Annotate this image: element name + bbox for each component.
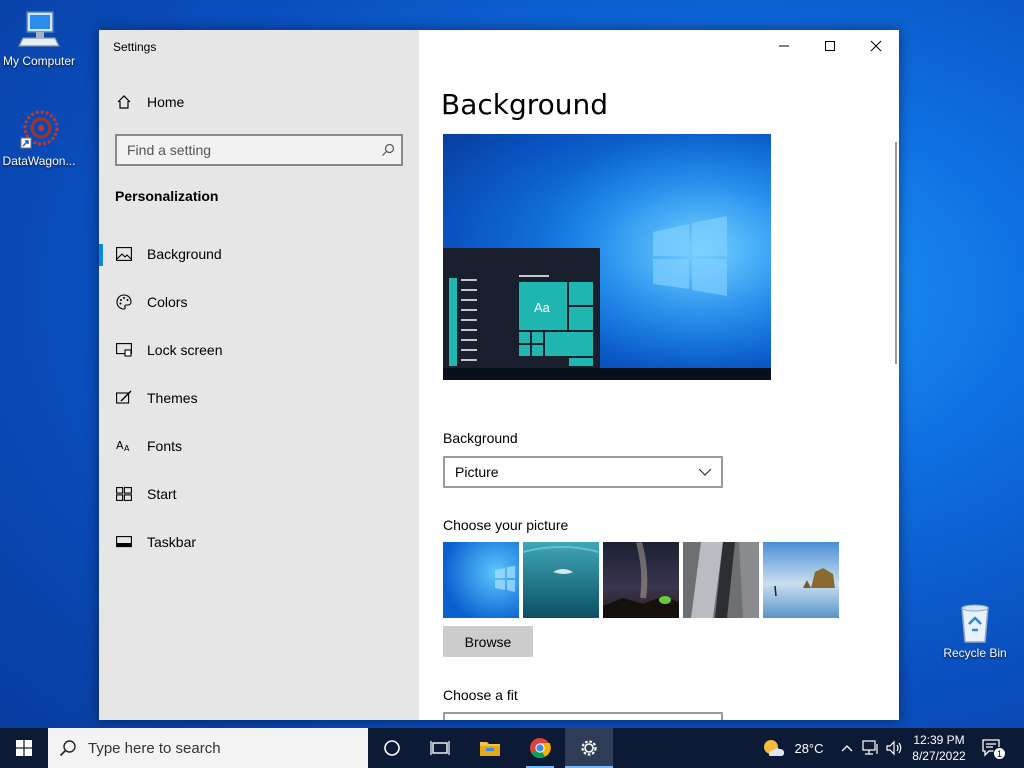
search-input[interactable] <box>117 136 375 164</box>
picture-thumbnail[interactable] <box>603 542 679 618</box>
home-icon <box>115 93 133 111</box>
sidebar-item-background[interactable]: Background <box>99 234 419 274</box>
svg-text:A: A <box>116 439 124 452</box>
datawagon-shortcut-icon <box>17 108 61 152</box>
start-icon <box>115 485 133 503</box>
taskbar: 28°C 12:39 PM 8/27/2022 1 <box>0 728 1024 768</box>
weather-icon[interactable] <box>760 738 786 758</box>
content-scrollbar[interactable] <box>895 142 897 364</box>
volume-icon[interactable] <box>884 738 906 758</box>
sidebar-item-label: Start <box>147 486 177 502</box>
search-icon <box>48 739 88 757</box>
desktop-icon-recycle-bin[interactable]: Recycle Bin <box>933 600 1017 660</box>
svg-text:A: A <box>124 444 130 453</box>
background-label: Background <box>443 430 518 446</box>
settings-window: Settings Home Personalization Background <box>99 30 899 720</box>
choose-picture-label: Choose your picture <box>443 517 569 533</box>
background-dropdown[interactable]: Picture <box>443 456 723 488</box>
chevron-up-icon[interactable] <box>838 738 856 758</box>
desktop-icon-label: My Computer <box>2 54 76 68</box>
recycle-bin-icon <box>953 600 997 644</box>
picture-thumbnail[interactable] <box>523 542 599 618</box>
computer-icon <box>17 8 61 52</box>
preview-start-menu: Aa <box>443 248 600 368</box>
sidebar-item-label: Fonts <box>147 438 183 454</box>
sidebar-item-fonts[interactable]: AA Fonts <box>99 426 419 466</box>
network-icon[interactable] <box>860 738 882 758</box>
page-title: Background <box>441 88 609 121</box>
chrome-icon <box>530 738 551 759</box>
taskbar-search-input[interactable] <box>88 739 348 757</box>
chrome-button[interactable] <box>516 728 564 768</box>
picture-thumbnail[interactable] <box>763 542 839 618</box>
gear-icon <box>581 740 597 756</box>
settings-content: Background Aa Background Picture Choose … <box>419 30 899 720</box>
task-view-button[interactable] <box>416 728 464 768</box>
search-icon[interactable] <box>375 143 401 157</box>
desktop-icon-datawagon[interactable]: DataWagon... <box>0 108 81 168</box>
weather-temperature[interactable]: 28°C <box>788 738 830 758</box>
notification-count-badge: 1 <box>993 747 1006 760</box>
choose-fit-label: Choose a fit <box>443 687 518 703</box>
desktop-icon-label: DataWagon... <box>2 154 76 168</box>
notification-center-button[interactable]: 1 <box>978 736 1006 760</box>
section-title: Personalization <box>115 188 219 204</box>
clock-time: 12:39 PM <box>913 733 965 747</box>
background-preview: Aa <box>443 134 771 380</box>
sidebar-item-label: Colors <box>147 294 188 310</box>
background-dropdown-value: Picture <box>455 464 499 480</box>
sidebar-item-label: Background <box>147 246 222 262</box>
folder-icon <box>480 742 500 756</box>
desktop-icon-my-computer[interactable]: My Computer <box>0 8 81 68</box>
settings-sidebar: Settings Home Personalization Background <box>99 30 419 720</box>
chevron-down-icon <box>697 464 713 483</box>
taskbar-search[interactable] <box>48 728 368 768</box>
cortana-button[interactable] <box>368 728 416 768</box>
lock-screen-icon <box>115 341 133 359</box>
task-view-icon <box>430 741 450 755</box>
sidebar-item-label: Lock screen <box>147 342 223 358</box>
sidebar-item-themes[interactable]: Themes <box>99 378 419 418</box>
settings-search <box>115 134 403 166</box>
preview-tile-label: Aa <box>534 300 550 315</box>
picture-icon <box>115 245 133 263</box>
sidebar-item-start[interactable]: Start <box>99 474 419 514</box>
cortana-circle-icon <box>384 740 400 756</box>
palette-icon <box>115 293 133 311</box>
window-title: Settings <box>113 40 157 54</box>
start-button[interactable] <box>0 728 48 768</box>
file-explorer-button[interactable] <box>466 728 514 768</box>
clock-date: 8/27/2022 <box>912 749 966 763</box>
system-clock[interactable]: 12:39 PM 8/27/2022 <box>906 732 972 764</box>
sidebar-item-label: Home <box>147 94 185 110</box>
taskbar-icon <box>115 533 133 551</box>
sidebar-item-taskbar[interactable]: Taskbar <box>99 522 419 562</box>
sidebar-item-label: Themes <box>147 390 198 406</box>
fit-dropdown[interactable] <box>443 712 723 720</box>
fonts-icon: AA <box>115 437 133 455</box>
sidebar-item-home[interactable]: Home <box>99 82 419 122</box>
sidebar-item-lock-screen[interactable]: Lock screen <box>99 330 419 370</box>
picture-thumbnail[interactable] <box>683 542 759 618</box>
sidebar-item-colors[interactable]: Colors <box>99 282 419 322</box>
sidebar-item-label: Taskbar <box>147 534 197 550</box>
settings-taskbar-button[interactable] <box>565 728 613 768</box>
preview-taskbar <box>443 368 771 380</box>
themes-icon <box>115 389 133 407</box>
desktop-icon-label: Recycle Bin <box>943 646 1007 660</box>
picture-thumbnail[interactable] <box>443 542 519 618</box>
browse-button[interactable]: Browse <box>443 626 533 657</box>
windows-logo-icon <box>16 740 32 756</box>
